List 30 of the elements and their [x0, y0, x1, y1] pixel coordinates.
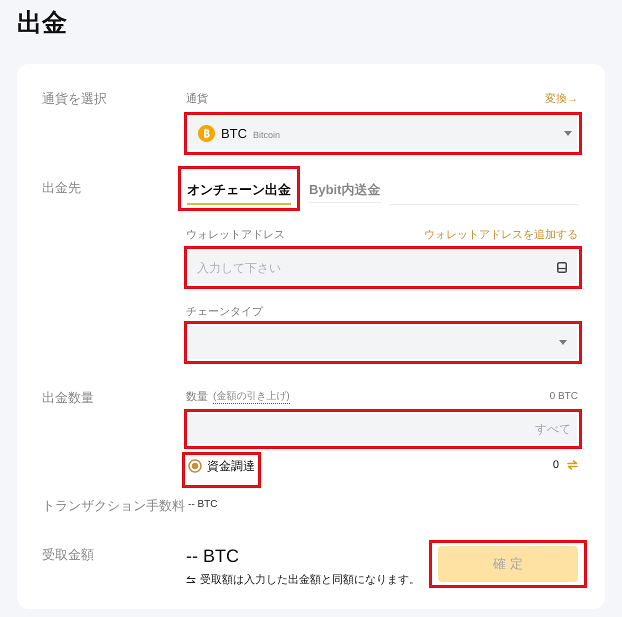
caret-down-icon	[564, 131, 572, 136]
available-balance: 0 BTC	[550, 390, 578, 404]
field-label: 通貨	[186, 92, 208, 106]
swap-icon[interactable]	[567, 460, 578, 470]
receive-note: 受取額は入力した出金額と同額になります。	[200, 573, 420, 587]
section-label: 受取金額	[42, 548, 94, 562]
receive-amount: -- BTC	[186, 546, 239, 566]
address-field[interactable]: 入力して下さい	[189, 251, 577, 284]
funding-balance: 0	[552, 458, 559, 472]
page-title: 出金	[17, 8, 67, 39]
fee-value: -- BTC	[188, 498, 218, 512]
arrows-icon	[186, 576, 196, 584]
section-label: トランザクション手数料	[42, 499, 185, 513]
convert-link[interactable]: 変換→	[545, 92, 578, 106]
raise-limit-link[interactable]: (金額の引き上げ)	[213, 390, 290, 404]
section-label: 通貨を選択	[42, 92, 107, 106]
section-label: 出金数量	[42, 391, 94, 405]
field-label: チェーンタイプ	[186, 305, 263, 319]
currency-select[interactable]: BTC Bitcoin	[189, 117, 577, 150]
caret-down-icon	[559, 340, 567, 345]
field-label: 数量	[186, 390, 208, 404]
funding-radio[interactable]: 資金調達	[188, 459, 255, 473]
all-button[interactable]: すべて	[535, 421, 571, 437]
coin-icon	[198, 125, 215, 142]
address-book-icon[interactable]	[557, 262, 567, 273]
tab[interactable]: オンチェーン出金	[187, 172, 291, 205]
add-address-link[interactable]: ウォレットアドレスを追加する	[424, 228, 578, 242]
field-label: ウォレットアドレス	[186, 228, 285, 242]
tab[interactable]: Bybit内送金	[309, 172, 380, 205]
section-label: 出金先	[42, 181, 81, 195]
